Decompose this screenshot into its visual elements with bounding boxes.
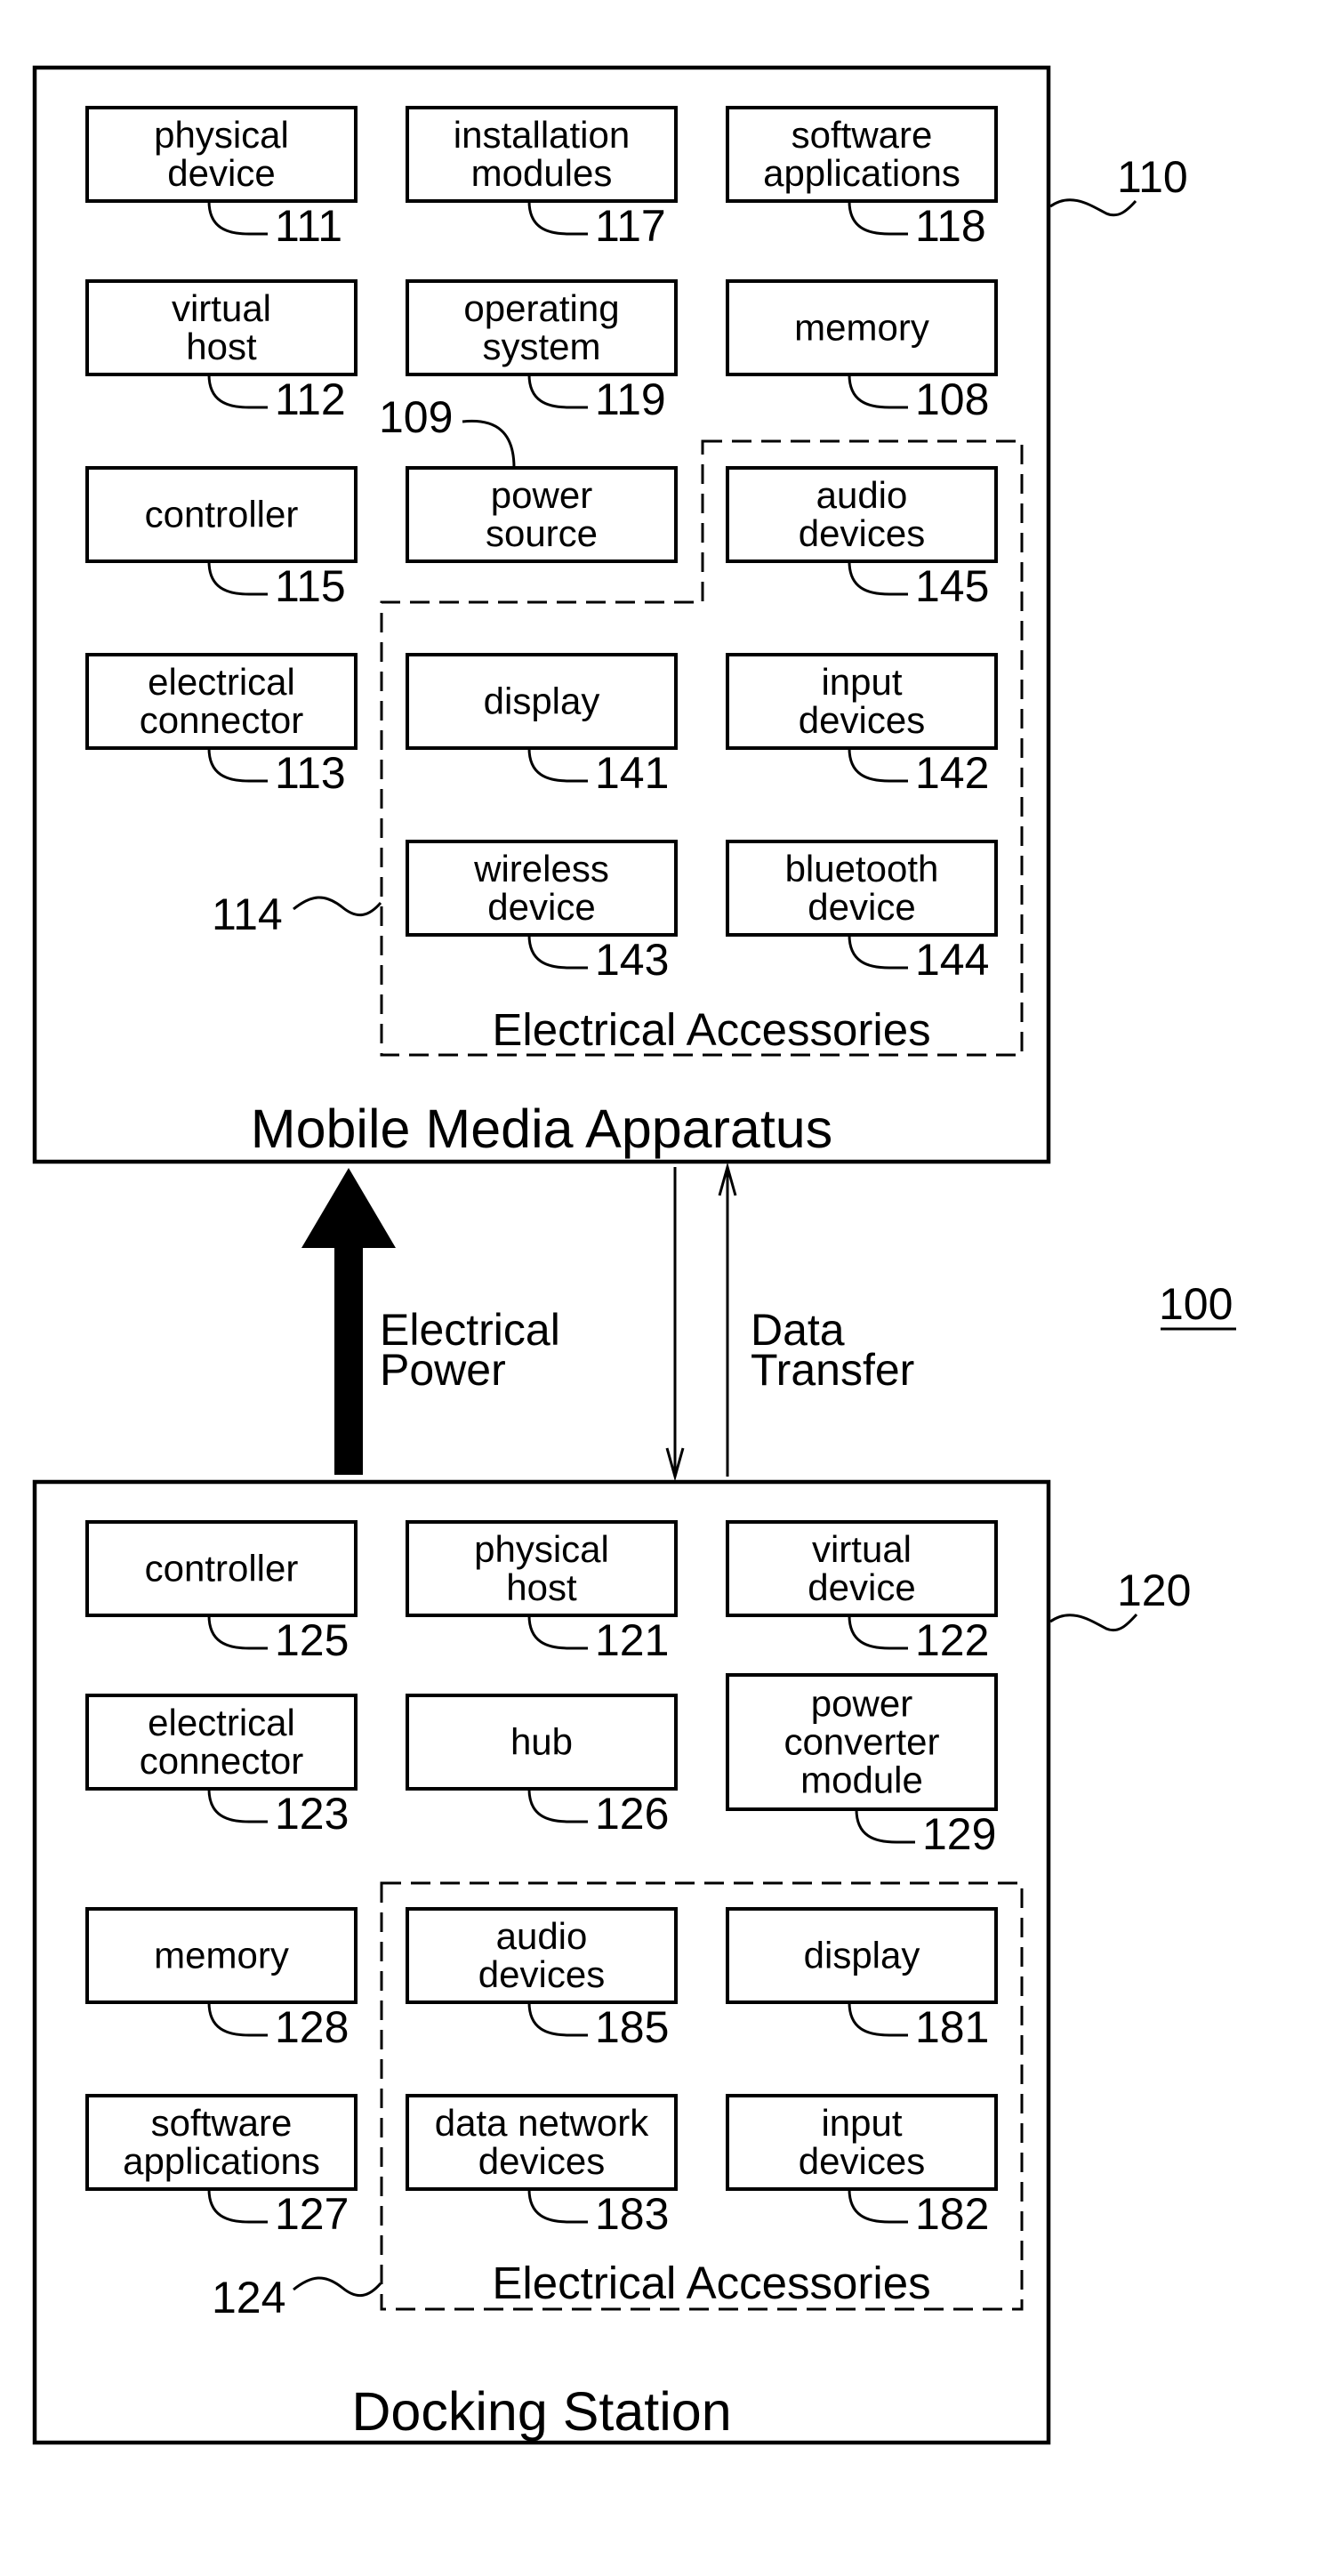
component-software-applications-label-line: applications	[123, 2140, 320, 2182]
mobile-accessories-ref: 114	[212, 890, 283, 939]
component-display-ref: 181	[915, 2002, 989, 2052]
component-controller-label-line: controller	[145, 494, 299, 535]
component-power-source-label-line: source	[486, 512, 598, 554]
component-operating-system-label-line: operating	[463, 287, 619, 329]
component-memory-ref: 108	[915, 374, 989, 424]
component-software-applications-label-line: software	[792, 114, 933, 156]
component-wireless-device-label-line: device	[487, 886, 595, 928]
component-electrical-connector-ref: 113	[275, 748, 346, 798]
power-label-line-2: Power	[380, 1345, 506, 1395]
component-virtual-host-label-line: host	[186, 326, 257, 367]
figure-ref: 100	[1159, 1279, 1233, 1329]
component-virtual-host-label-line: virtual	[172, 287, 271, 329]
component-bluetooth-device-label-line: bluetooth	[785, 848, 939, 890]
component-audio-devices-label-line: devices	[478, 1953, 605, 1995]
component-input-devices-label-line: input	[821, 661, 902, 703]
component-audio-devices-label-line: audio	[816, 474, 908, 516]
mobile-media-apparatus-title: Mobile Media Apparatus	[251, 1099, 832, 1159]
docking-accessories-caption: Electrical Accessories	[492, 2258, 930, 2308]
component-operating-system-label-line: system	[482, 326, 600, 367]
component-power-converter-module-label-line: module	[800, 1759, 923, 1801]
component-display-label-line: display	[484, 680, 600, 722]
component-memory-label-line: memory	[794, 307, 929, 349]
component-installation-modules-ref: 117	[595, 201, 666, 251]
component-software-applications-ref: 118	[915, 201, 986, 251]
component-physical-device-label-line: physical	[154, 114, 289, 156]
component-electrical-connector-label-line: electrical	[148, 661, 295, 703]
mobile-accessories-caption: Electrical Accessories	[492, 1004, 930, 1055]
component-display-ref: 141	[595, 748, 669, 798]
component-power-converter-module-label-line: converter	[784, 1721, 939, 1763]
component-power-source-ref: 109	[379, 392, 453, 442]
component-software-applications-label-line: software	[151, 2102, 293, 2144]
power-arrow-shaft	[334, 1247, 363, 1475]
component-software-applications-ref: 127	[275, 2189, 349, 2239]
component-input-devices-label-line: input	[821, 2102, 902, 2144]
component-virtual-device-label-line: device	[808, 1566, 915, 1608]
component-electrical-connector-label-line: connector	[140, 1740, 303, 1782]
component-power-converter-module-ref: 129	[922, 1809, 996, 1859]
component-physical-device-label-line: device	[167, 152, 275, 194]
component-physical-host-ref: 121	[595, 1615, 669, 1665]
component-controller-ref: 115	[275, 561, 346, 611]
component-audio-devices-label-line: devices	[799, 512, 925, 554]
component-virtual-device-ref: 122	[915, 1615, 989, 1665]
component-memory-label-line: memory	[154, 1935, 289, 1976]
component-data-network-devices-label-line: data network	[435, 2102, 649, 2144]
component-physical-host-label-line: host	[506, 1566, 577, 1608]
component-hub-ref: 126	[595, 1789, 669, 1839]
docking-accessories-ref: 124	[212, 2273, 285, 2322]
component-installation-modules-label-line: installation	[454, 114, 630, 156]
component-wireless-device-label-line: wireless	[473, 848, 609, 890]
component-virtual-host-ref: 112	[275, 374, 346, 424]
component-input-devices-ref: 142	[915, 748, 989, 798]
component-hub-label-line: hub	[510, 1721, 573, 1763]
component-controller-ref: 125	[275, 1615, 349, 1665]
component-input-devices-label-line: devices	[799, 2140, 925, 2182]
component-controller-label-line: controller	[145, 1548, 299, 1590]
component-input-devices-label-line: devices	[799, 699, 925, 741]
component-audio-devices-ref: 185	[595, 2002, 669, 2052]
docking-station-ref: 120	[1117, 1566, 1191, 1615]
component-physical-device-ref: 111	[275, 201, 342, 251]
component-bluetooth-device-label-line: device	[808, 886, 915, 928]
component-electrical-connector-label-line: connector	[140, 699, 303, 741]
component-audio-devices-label-line: audio	[496, 1915, 588, 1957]
block-diagram: Electrical Accessories 114 Mobile Media …	[0, 0, 1342, 2576]
component-physical-host-label-line: physical	[474, 1528, 609, 1570]
component-electrical-connector-label-line: electrical	[148, 1702, 295, 1743]
component-display-label-line: display	[804, 1935, 920, 1976]
component-installation-modules-label-line: modules	[471, 152, 613, 194]
component-audio-devices-ref: 145	[915, 561, 989, 611]
component-virtual-device-label-line: virtual	[812, 1528, 912, 1570]
component-software-applications-label-line: applications	[763, 152, 960, 194]
mobile-media-apparatus-ref: 110	[1117, 152, 1188, 202]
component-electrical-connector-ref: 123	[275, 1789, 349, 1839]
component-memory-ref: 128	[275, 2002, 349, 2052]
component-power-source-label-line: power	[491, 474, 592, 516]
component-data-network-devices-label-line: devices	[478, 2140, 605, 2182]
component-operating-system-ref: 119	[595, 374, 666, 424]
component-bluetooth-device-ref: 144	[915, 935, 989, 985]
component-data-network-devices-ref: 183	[595, 2189, 669, 2239]
component-wireless-device-ref: 143	[595, 935, 669, 985]
data-label-line-2: Transfer	[751, 1345, 914, 1395]
component-power-converter-module-label-line: power	[811, 1683, 912, 1725]
docking-station-title: Docking Station	[351, 2381, 731, 2442]
component-input-devices-ref: 182	[915, 2189, 989, 2239]
